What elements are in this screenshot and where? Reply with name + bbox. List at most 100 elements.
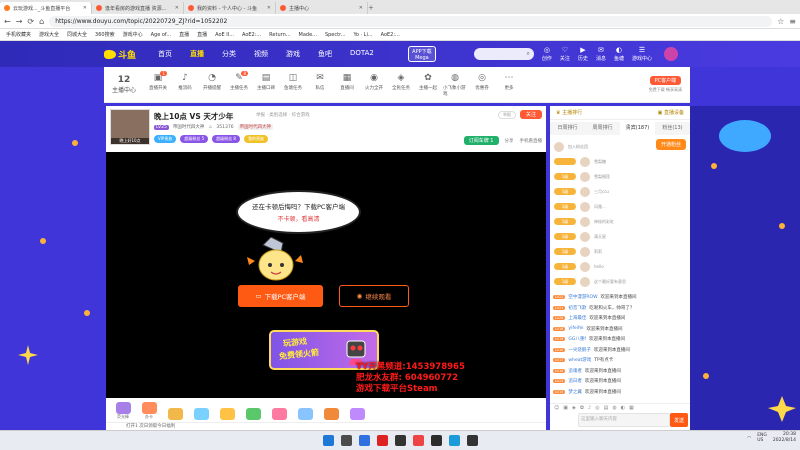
user-avatar[interactable] <box>663 47 678 61</box>
fan-row[interactable]: 1级 莉莉 <box>554 244 686 259</box>
close-icon[interactable]: ✕ <box>359 5 363 11</box>
app-download-button[interactable]: APP下载 Mega <box>407 46 436 62</box>
browser-tab[interactable]: 主播中心 ✕ <box>276 2 368 14</box>
toolbar-tool[interactable]: ◔ 开播提醒 <box>200 73 224 97</box>
chat-message[interactable]: LV16 yifeifei 欢迎来到本直播间 <box>553 324 687 335</box>
chat-message[interactable]: LV10 追魂者 欢迎来到本直播间 <box>553 366 687 377</box>
chat-username[interactable]: 追魂者 <box>568 368 582 374</box>
chat-message[interactable]: LV22 空中漫游ROW 欢迎来到本直播间 <box>553 292 687 303</box>
gift-item[interactable]: 办卡 <box>138 402 160 420</box>
bookmark-item[interactable]: 360搜索 <box>95 31 115 38</box>
close-icon[interactable]: ✕ <box>175 5 179 11</box>
device-link[interactable]: ▣ 直播设备 <box>658 109 684 116</box>
star-icon[interactable]: ☆ <box>777 17 784 26</box>
fan-row[interactable]: 1级 神秘的彩虹 <box>554 214 686 229</box>
chat-message[interactable]: LV21 初音飞歌 吃呢和火车，帅哥了？ <box>553 303 687 314</box>
rank-tab[interactable]: 粉丝(13) <box>655 122 690 135</box>
mobile-watch-button[interactable]: 手机看直播 <box>520 138 543 144</box>
bookmark-item[interactable]: 直播 <box>197 31 207 38</box>
site-search-input[interactable]: ⌕ <box>473 48 534 60</box>
gift-item[interactable] <box>242 408 264 420</box>
chat-username[interactable]: 梦之翼 <box>568 389 582 395</box>
new-tab-icon[interactable]: ＋ <box>368 3 374 12</box>
toolbar-tool[interactable]: ◍ 小飞象小游戏 <box>443 73 467 97</box>
anchor-level[interactable]: 12 主播中心 <box>112 75 136 94</box>
taskbar-app-icon[interactable] <box>466 435 478 446</box>
chat-message[interactable]: LV19 GG八重f 欢迎来到本直播间 <box>553 334 687 345</box>
bookmark-item[interactable]: Age of... <box>151 32 171 38</box>
user-menu-item[interactable]: ◐ 鱼塘 <box>614 46 624 62</box>
home-icon[interactable]: ⌂ <box>39 17 44 26</box>
fan-row[interactable]: 1级 风雅... <box>554 199 686 214</box>
chat-tool-icon[interactable]: ◐ <box>621 405 625 411</box>
anchor-avatar[interactable]: 晚上好10点 <box>110 109 150 145</box>
pc-client-promo[interactable]: PC客户端 免费下载 畅享高清 <box>649 76 682 93</box>
room-badge[interactable]: VIP贵族 <box>154 135 177 143</box>
gift-item[interactable]: 荧光棒 <box>112 402 134 420</box>
chat-username[interactable]: 一尖烧鹅子 <box>568 347 591 353</box>
chat-tool-icon[interactable]: ☺ <box>554 405 559 411</box>
user-menu-item[interactable]: ◎ 创作 <box>542 46 552 62</box>
download-pc-client-button[interactable]: ▭ 下载PC客户端 <box>238 285 323 307</box>
taskbar-app-icon[interactable] <box>340 435 352 446</box>
report-button[interactable]: 举报 <box>497 110 516 119</box>
video-player[interactable]: 还在卡顿后悔吗？下载PC客户端 不卡顿，看高清 ▭ 下载PC客户端 ◉ 继续观看 玩… <box>106 152 546 398</box>
taskbar-app-icon[interactable] <box>358 435 370 446</box>
browser-tab[interactable]: 云玩游戏..._斗鱼直播平台 ✕ <box>0 2 92 14</box>
nav-item[interactable]: 首页 <box>158 49 172 59</box>
continue-watching-button[interactable]: ◉ 继续观看 <box>339 285 409 307</box>
bookmark-item[interactable]: AoE2:... <box>381 32 400 38</box>
share-button[interactable]: 分享 <box>505 138 514 144</box>
toolbar-tool[interactable]: ✉ 私信 <box>308 73 332 97</box>
bookmark-item[interactable]: AoE II... <box>215 32 234 38</box>
chat-tool-icon[interactable]: ▦ <box>629 405 634 411</box>
toolbar-tool[interactable]: ▦ 直播间 <box>335 73 359 97</box>
bookmark-item[interactable]: Return... <box>269 32 290 38</box>
chat-tool-icon[interactable]: ◍ <box>612 405 616 411</box>
taskbar-app-icon[interactable] <box>394 435 406 446</box>
refresh-icon[interactable]: ⟳ <box>27 17 34 26</box>
bookmark-item[interactable]: Yo · Li... <box>353 32 372 38</box>
menu-icon[interactable]: ≡ <box>789 17 796 26</box>
chat-username[interactable]: yifeifei <box>568 326 583 331</box>
rank-tab[interactable]: 周周排行 <box>585 122 620 135</box>
chat-username[interactable]: 空中漫游ROW <box>568 294 597 300</box>
nav-item[interactable]: 视频 <box>254 49 268 59</box>
bookmark-item[interactable]: Spectr... <box>325 32 346 38</box>
gift-item[interactable] <box>268 408 290 420</box>
fan-row[interactable]: 1级 雪梨榴莲 <box>554 169 686 184</box>
search-icon[interactable]: ⌕ <box>527 50 530 58</box>
chat-message[interactable]: LV28 上海最佳 欢迎来到本直播间 <box>553 313 687 324</box>
bookmark-item[interactable]: Made... <box>299 32 317 38</box>
browser-tab[interactable]: 我的资料 - 个人中心 - 斗鱼 ✕ <box>184 2 276 14</box>
room-badge[interactable]: 超级粉丝 5 <box>180 135 209 143</box>
nav-item[interactable]: 分类 <box>222 49 236 59</box>
join-fans-button[interactable]: 开通粉丝 <box>655 139 686 150</box>
taskbar-app-icon[interactable] <box>376 435 388 446</box>
chat-tool-icon[interactable]: ◈ <box>572 405 576 411</box>
toolbar-tool[interactable]: ◫ 鱼塘任务 <box>281 73 305 97</box>
nav-item[interactable]: DOTA2 <box>350 49 374 59</box>
fan-row[interactable]: 1级 hello <box>554 259 686 274</box>
gift-item[interactable] <box>294 408 316 420</box>
bookmark-item[interactable]: 手机收藏夹 <box>6 31 31 38</box>
nav-item[interactable]: 鱼吧 <box>318 49 332 59</box>
lang-indicator[interactable]: ENG US <box>757 433 767 443</box>
chat-tool-icon[interactable]: ◎ <box>595 405 599 411</box>
toolbar-tool[interactable]: ⋯ 更多 <box>497 73 521 97</box>
taskbar-app-icon[interactable] <box>412 435 424 446</box>
fan-club-tag[interactable]: 帝国时代四大神 <box>237 124 274 130</box>
follow-button[interactable]: 关注 <box>519 110 542 119</box>
toolbar-tool[interactable]: ▤ 主播口碑 <box>254 73 278 97</box>
chat-message[interactable]: LV15 梦之翼 欢迎来到本直播间 <box>553 387 687 398</box>
rank-tab[interactable]: 贵宾(187) <box>620 122 655 135</box>
url-field[interactable]: https://www.douyu.com/topic/20220729_ZJ?… <box>49 15 773 27</box>
chat-message[interactable]: LV17 wheat游戏 TP有点卡 <box>553 355 687 366</box>
taskbar-app-icon[interactable] <box>430 435 442 446</box>
user-menu-item[interactable]: ☰ 游戏中心 <box>632 46 652 62</box>
forward-icon[interactable]: → <box>16 17 23 26</box>
chat-tool-icon[interactable]: ✿ <box>580 405 584 411</box>
toolbar-tool[interactable]: ◈ 全民任务 <box>389 73 413 97</box>
toolbar-tool[interactable]: ♪ 推流码 <box>173 73 197 97</box>
fan-row[interactable]: 1级 三月ccu <box>554 184 686 199</box>
